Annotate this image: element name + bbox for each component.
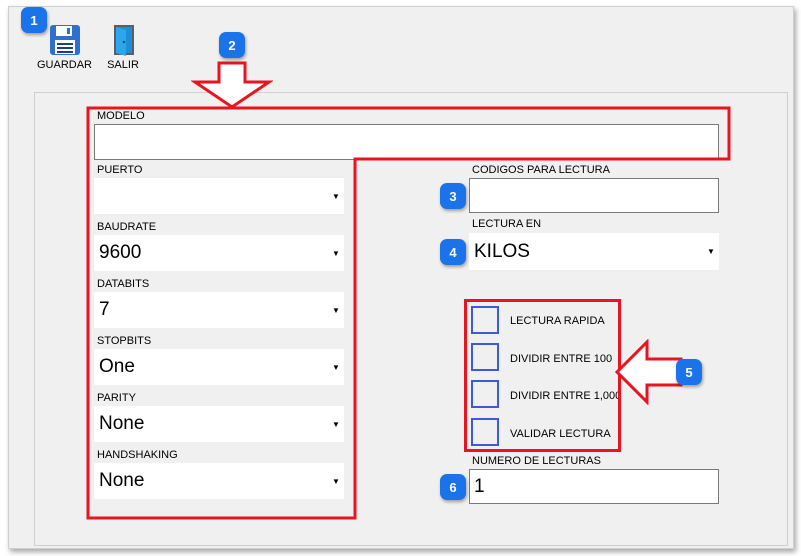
callout-badge-6: 6 — [440, 474, 466, 500]
arrow-left-annotation — [614, 339, 683, 405]
callout-badge-3: 3 — [440, 183, 466, 209]
callout-badge-1: 1 — [21, 7, 47, 33]
arrow-down-annotation — [191, 61, 273, 109]
config-window: GUARDAR SALIR MODELO PUERTO ▼ BAUDRATE 9… — [8, 6, 794, 549]
callout-badge-4: 4 — [440, 239, 466, 265]
callout-badge-5: 5 — [676, 359, 702, 385]
callout-badge-2: 2 — [219, 32, 245, 58]
serial-settings-highlight — [86, 106, 731, 520]
